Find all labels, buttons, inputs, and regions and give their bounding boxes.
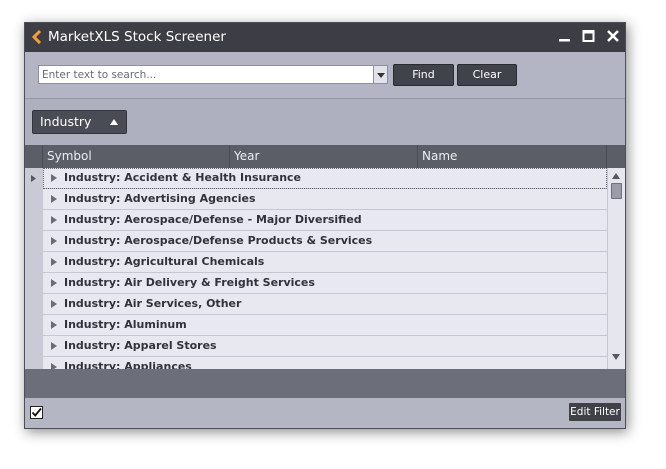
group-row-label: Industry: Apparel Stores <box>64 339 217 352</box>
expand-icon[interactable] <box>51 321 57 329</box>
clear-button[interactable]: Clear <box>457 64 517 86</box>
group-row[interactable]: Industry: Air Services, Other <box>43 294 607 315</box>
group-row[interactable]: Industry: Advertising Agencies <box>43 189 607 210</box>
row-indicator-column <box>25 168 43 369</box>
column-header-name[interactable]: Name <box>418 145 607 168</box>
group-row[interactable]: Industry: Aerospace/Defense Products & S… <box>43 231 607 252</box>
group-row[interactable]: Industry: Aerospace/Defense - Major Dive… <box>43 210 607 231</box>
group-by-industry-chip[interactable]: Industry <box>32 110 127 134</box>
group-panel: Industry <box>25 99 625 145</box>
group-row-label: Industry: Accident & Health Insurance <box>64 171 301 184</box>
group-row-label: Industry: Aluminum <box>64 318 187 331</box>
group-chip-label: Industry <box>40 114 92 129</box>
group-row[interactable]: Industry: Appliances <box>43 357 607 369</box>
title-bar[interactable]: MarketXLS Stock Screener <box>25 23 625 52</box>
group-row-label: Industry: Aerospace/Defense Products & S… <box>64 234 373 247</box>
results-grid: Symbol Year Name Industry: Accident & He… <box>25 145 625 369</box>
column-header-symbol[interactable]: Symbol <box>43 145 230 168</box>
caret-down-icon <box>377 73 385 78</box>
search-history-dropdown[interactable] <box>373 65 388 84</box>
window-title: MarketXLS Stock Screener <box>48 29 226 45</box>
column-header-year[interactable]: Year <box>230 145 418 168</box>
group-row-label: Industry: Aerospace/Defense - Major Dive… <box>64 213 362 226</box>
group-row[interactable]: Industry: Apparel Stores <box>43 336 607 357</box>
minimize-icon[interactable] <box>557 28 573 44</box>
group-rows: Industry: Accident & Health Insurance In… <box>43 168 607 369</box>
indicator-column-header <box>25 145 43 168</box>
expand-icon[interactable] <box>51 216 57 224</box>
group-row-label: Industry: Air Delivery & Freight Service… <box>64 276 315 289</box>
scroll-down-icon[interactable] <box>612 354 620 360</box>
scrollbar-thumb[interactable] <box>611 183 622 199</box>
search-input[interactable] <box>38 65 375 84</box>
sort-ascending-icon <box>110 119 118 125</box>
expand-icon[interactable] <box>51 174 57 182</box>
search-panel: Find Clear <box>25 52 625 99</box>
expand-icon[interactable] <box>51 258 57 266</box>
group-row[interactable]: Industry: Agricultural Chemicals <box>43 252 607 273</box>
vertical-scrollbar[interactable] <box>607 168 625 369</box>
group-row-label: Industry: Advertising Agencies <box>64 192 256 205</box>
group-row-label: Industry: Air Services, Other <box>64 297 242 310</box>
group-row-label: Industry: Agricultural Chemicals <box>64 255 265 268</box>
group-row-label: Industry: Appliances <box>64 360 192 369</box>
expand-icon[interactable] <box>51 342 57 350</box>
close-icon[interactable] <box>605 28 621 44</box>
group-row[interactable]: Industry: Air Delivery & Freight Service… <box>43 273 607 294</box>
grid-header: Symbol Year Name <box>25 145 625 168</box>
status-bar: Edit Filter <box>25 398 625 428</box>
maximize-icon[interactable] <box>581 28 597 44</box>
expand-icon[interactable] <box>51 195 57 203</box>
group-row[interactable]: Industry: Accident & Health Insurance <box>43 168 607 189</box>
filter-enabled-checkbox-icon[interactable] <box>30 406 43 419</box>
expand-icon[interactable] <box>51 237 57 245</box>
current-row-indicator-icon <box>31 175 36 182</box>
edit-filter-button[interactable]: Edit Filter <box>569 403 621 421</box>
find-button[interactable]: Find <box>393 64 454 86</box>
scroll-up-icon[interactable] <box>612 173 620 179</box>
grid-footer <box>25 369 625 398</box>
chevron-left-icon <box>32 30 42 44</box>
expand-icon[interactable] <box>51 279 57 287</box>
expand-icon[interactable] <box>51 300 57 308</box>
group-row[interactable]: Industry: Aluminum <box>43 315 607 336</box>
screener-window: MarketXLS Stock Screener Find Clear Indu… <box>24 22 626 429</box>
